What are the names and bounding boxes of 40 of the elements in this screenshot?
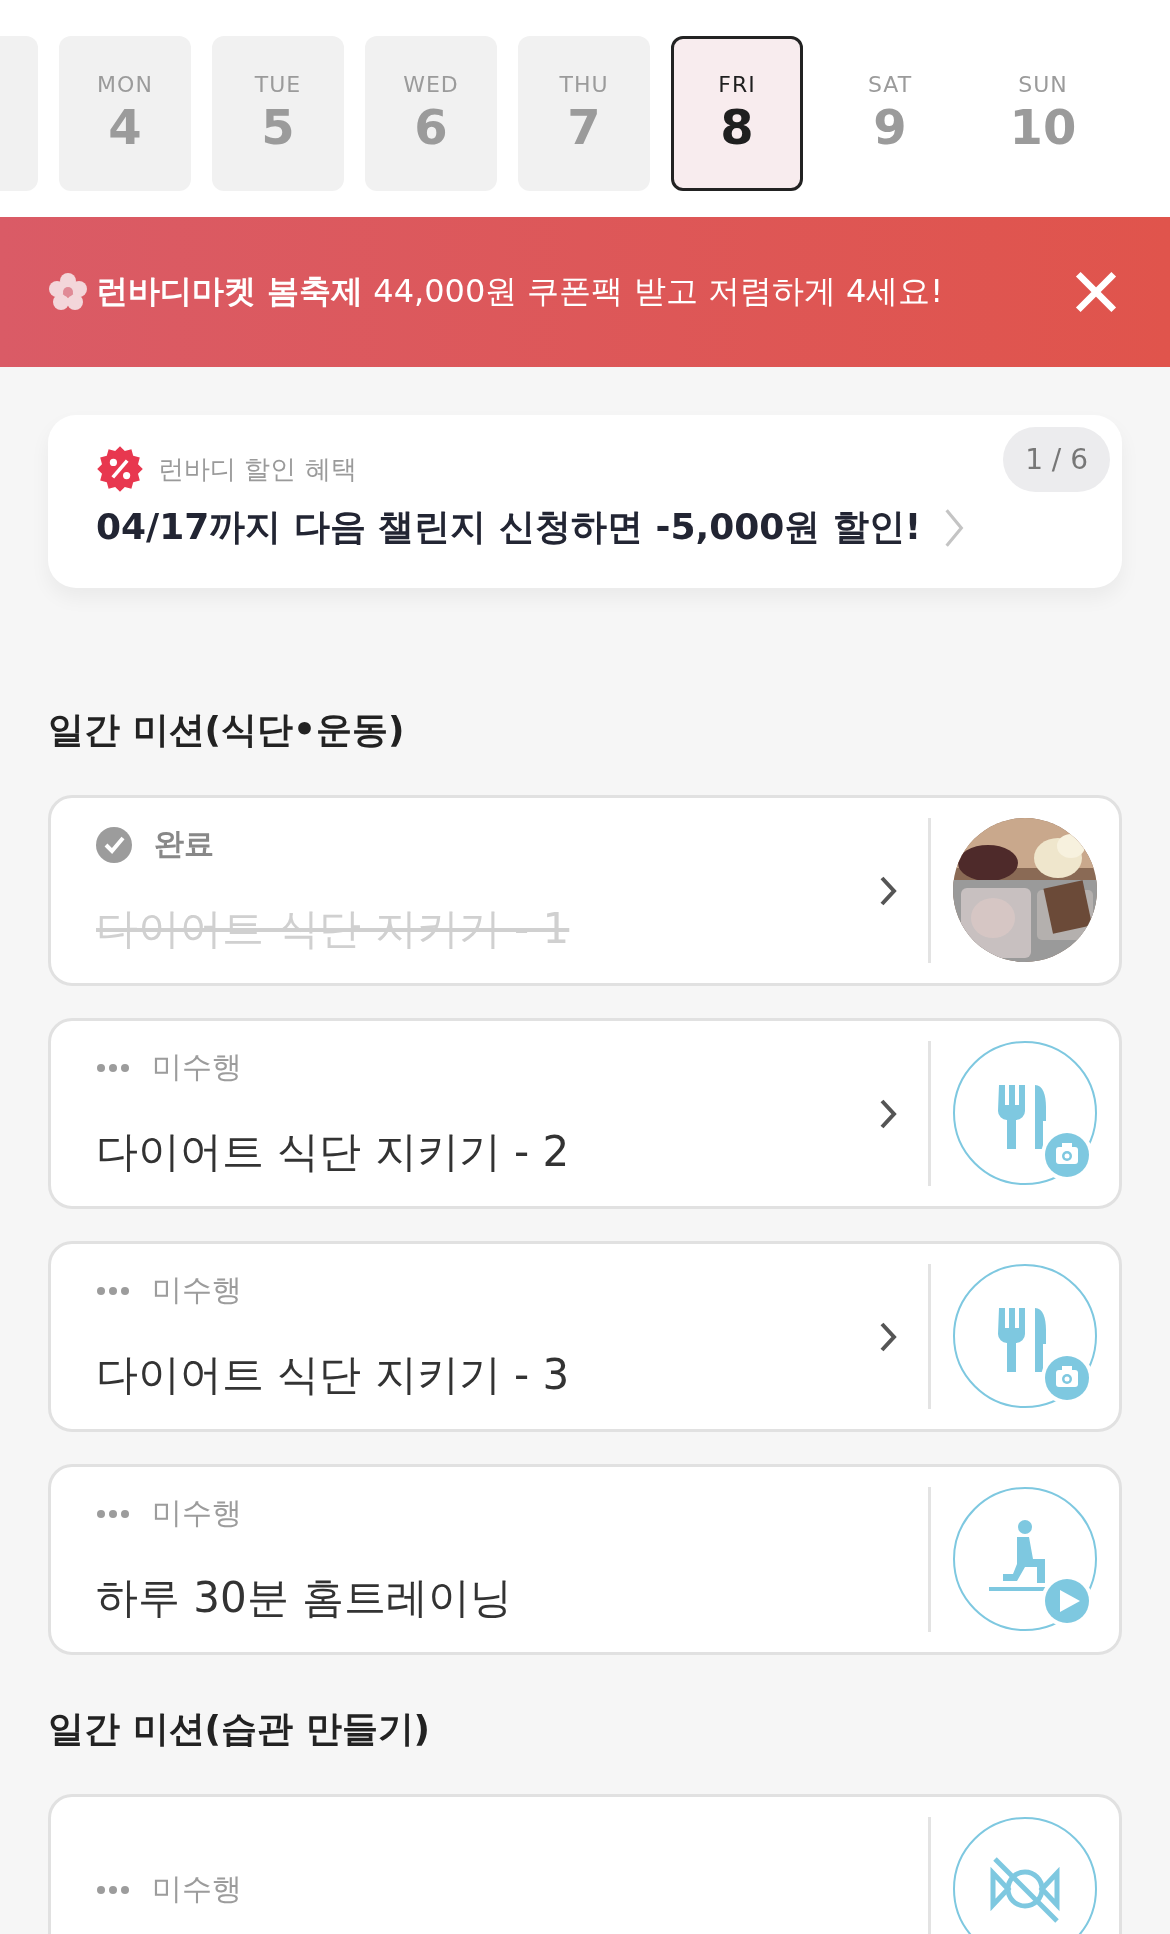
mission-status: 완료 xyxy=(154,825,214,863)
mission-title: 다이어트 식단 지키기 - 3 xyxy=(96,1349,571,1401)
section-heading: 일간 미션(습관 만들기) xyxy=(48,1707,431,1751)
mission-status: 미수행 xyxy=(152,1494,242,1532)
section-heading: 일간 미션(식단•운동) xyxy=(48,708,406,752)
promo-banner[interactable]: 런바디마켓 봄축제 44,000원 쿠폰팩 받고 저렴하게 4세요! xyxy=(0,217,1170,367)
dots-icon xyxy=(96,1062,130,1073)
close-button[interactable] xyxy=(1074,270,1118,314)
banner-text: 런바디마켓 봄축제 44,000원 쿠폰팩 받고 저렴하게 4세요! xyxy=(96,271,945,312)
mission-card[interactable]: 미수행 다이어트 식단 지키기 - 2 xyxy=(48,1018,1122,1209)
discount-badge-icon xyxy=(96,445,144,493)
discount-title: 04/17까지 다음 챌린지 신청하면 -5,000원 할인! xyxy=(96,505,922,549)
discount-card[interactable]: 런바디 할인 혜택 04/17까지 다음 챌린지 신청하면 -5,000원 할인! 1 / 6 xyxy=(48,415,1122,588)
mission-title: 다이어트 식단 지키기 - 2 xyxy=(96,1126,571,1178)
mission-status: 미수행 xyxy=(152,1271,242,1309)
mission-card[interactable]: 미수행 다이어트 식단 지키기 - 3 xyxy=(48,1241,1122,1432)
date-tab[interactable]: WED 6 xyxy=(365,36,497,191)
meal-camera-icon xyxy=(953,1263,1099,1410)
mission-card[interactable]: 미수행 하루 30분 홈트레이닝 xyxy=(48,1464,1122,1655)
date-tab[interactable]: SUN 10 xyxy=(977,36,1109,191)
check-circle-icon xyxy=(96,826,132,863)
mission-card[interactable]: 미수행 xyxy=(48,1794,1122,1934)
page-counter: 1 / 6 xyxy=(1003,427,1110,492)
no-candy-icon xyxy=(953,1816,1099,1934)
date-tab[interactable]: MON 4 xyxy=(59,36,191,191)
dots-icon xyxy=(96,1884,130,1895)
dots-icon xyxy=(96,1508,130,1519)
mission-status: 미수행 xyxy=(152,1870,242,1908)
exercise-video-icon xyxy=(953,1486,1099,1633)
chevron-right-icon xyxy=(943,506,966,549)
date-tab[interactable]: TUE 5 xyxy=(212,36,344,191)
mission-status: 미수행 xyxy=(152,1048,242,1086)
date-tab[interactable]: FRI 8 xyxy=(671,36,803,191)
dots-icon xyxy=(96,1285,130,1296)
flower-icon xyxy=(48,272,88,312)
meal-camera-icon xyxy=(953,1040,1099,1187)
date-tab[interactable]: SAT 9 xyxy=(824,36,956,191)
date-tab[interactable]: THU 7 xyxy=(518,36,650,191)
mission-title: 하루 30분 홈트레이닝 xyxy=(96,1572,514,1624)
discount-label: 런바디 할인 혜택 xyxy=(158,452,357,486)
